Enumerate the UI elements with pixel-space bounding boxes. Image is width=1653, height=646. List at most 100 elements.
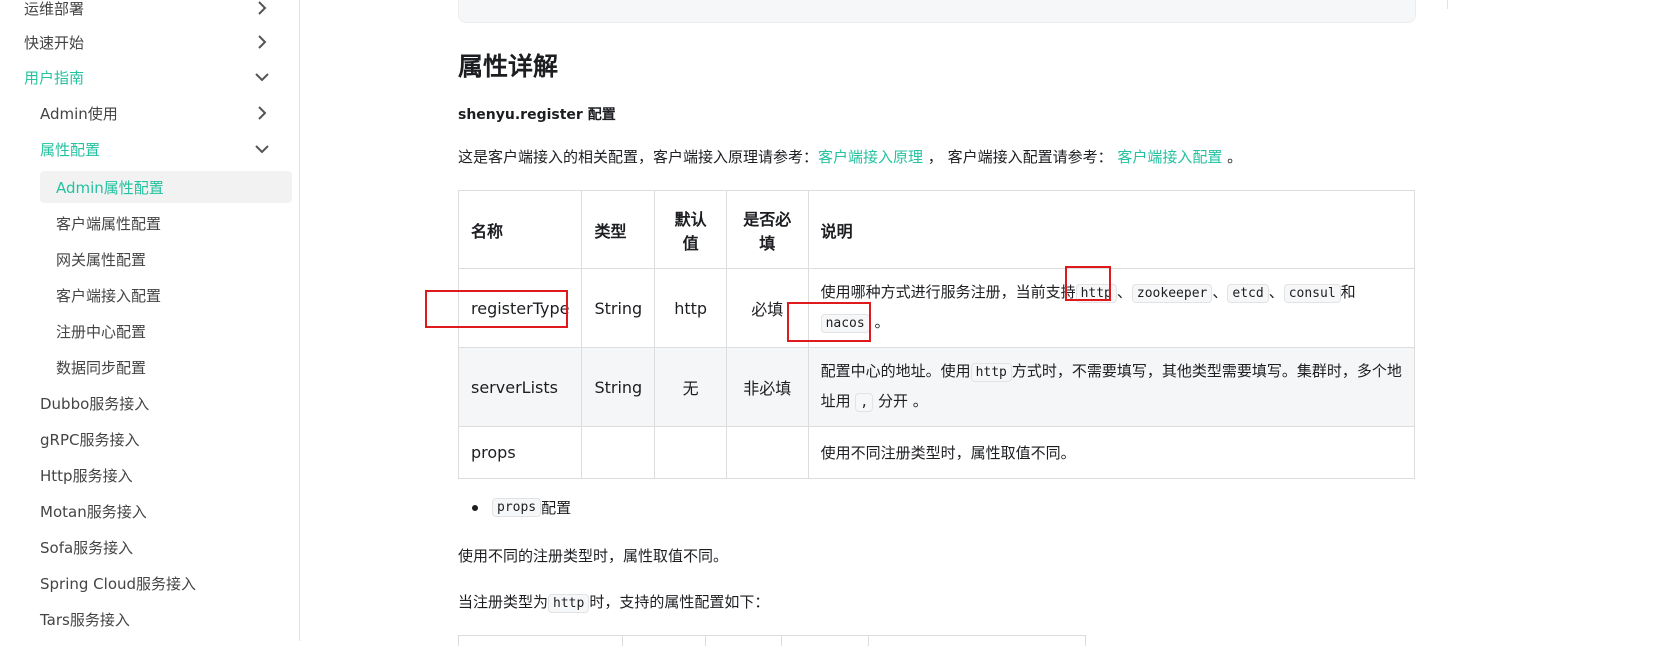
code-comma: , <box>855 393 874 412</box>
chevron-right-icon[interactable] <box>254 105 270 121</box>
cell-name: serverLists <box>457 347 583 427</box>
sidebar-item-label: Http服务接入 <box>40 466 133 485</box>
subhead-code: shenyu.register <box>458 107 583 123</box>
cell-type: String <box>581 347 656 427</box>
code-http: http <box>548 594 590 613</box>
header-required: 是否必填 <box>726 190 809 269</box>
paragraph: 使用不同的注册类型时，属性取值不同。 <box>458 547 729 565</box>
header-type: 类型 <box>581 190 656 269</box>
desc-text: 使用哪种方式进行服务注册，当前支持 <box>820 283 1076 301</box>
sidebar-item-label: Spring Cloud服务接入 <box>40 574 197 593</box>
intro-paragraph: 这是客户端接入的相关配置，客户端接入原理请参考：客户端接入原理 ， 客户端接入配… <box>458 146 1242 167</box>
header-name: 名称 <box>457 190 583 269</box>
bullet-text: 配置 <box>541 499 572 517</box>
sidebar-item-admin-property-config[interactable]: Admin属性配置 <box>40 171 292 203</box>
page-section-title: 属性详解 <box>458 52 559 81</box>
table-border <box>622 636 623 646</box>
header-default: 默认值 <box>654 190 728 269</box>
para-text-suffix: 时，支持的属性配置如下： <box>589 593 770 611</box>
sidebar-item-label: Sofa服务接入 <box>40 538 134 557</box>
desc-sep: 、 <box>1212 283 1228 301</box>
sidebar-item-user-guide[interactable]: 用户指南 <box>16 61 278 93</box>
table-border <box>781 636 782 646</box>
cell-type: String <box>581 268 656 348</box>
cell-default: http <box>654 268 728 348</box>
sidebar-item-quickstart[interactable]: 快速开始 <box>16 26 278 58</box>
client-access-principle-link[interactable]: 客户端接入原理 <box>818 148 923 166</box>
header-required-line1: 是否必 <box>743 209 792 229</box>
table-border <box>705 636 706 646</box>
client-access-config-link[interactable]: 客户端接入配置 <box>1117 148 1222 166</box>
header-required-line2: 填 <box>759 233 776 253</box>
desc-suffix: 。 <box>869 313 890 331</box>
subhead-suffix: 配置 <box>582 107 616 123</box>
desc-sep: 、 <box>1116 283 1132 301</box>
sidebar-item-registry-config[interactable]: 注册中心配置 <box>40 315 292 347</box>
sidebar-item-admin-usage[interactable]: Admin使用 <box>32 97 278 129</box>
cell-default <box>654 426 728 479</box>
cell-description: 使用不同注册类型时，属性取值不同。 <box>807 426 1416 479</box>
sidebar-item-client-property-config[interactable]: 客户端属性配置 <box>40 207 292 239</box>
code-props: props <box>492 498 542 517</box>
sidebar-item-motan[interactable]: Motan服务接入 <box>32 495 292 527</box>
sidebar-item-label: Dubbo服务接入 <box>40 394 150 413</box>
sidebar-item-label: 数据同步配置 <box>56 358 147 377</box>
desc-text: 配置中心的地址。使用 <box>820 362 971 380</box>
cell-type <box>581 426 656 479</box>
paragraph: 当注册类型为 http 时，支持的属性配置如下： <box>458 591 770 613</box>
desc-and: 和 <box>1340 283 1356 301</box>
list-item: props 配置 <box>472 497 571 518</box>
desc-sep: 、 <box>1268 283 1284 301</box>
sidebar-item-tars[interactable]: Tars服务接入 <box>32 603 292 635</box>
sidebar-item-deploy[interactable]: 运维部署 <box>16 0 278 24</box>
sidebar-item-label: 网关属性配置 <box>56 250 147 269</box>
sidebar-item-client-access-config[interactable]: 客户端接入配置 <box>40 279 292 311</box>
sidebar-item-label: 用户指南 <box>24 68 85 87</box>
sidebar-item-label: 客户端属性配置 <box>56 214 162 233</box>
cell-required: 非必填 <box>726 347 809 427</box>
sidebar-item-label: 注册中心配置 <box>56 322 147 341</box>
chevron-down-icon[interactable] <box>254 69 270 85</box>
cell-default: 无 <box>654 347 728 427</box>
cell-name: registerType <box>457 268 583 348</box>
cell-description: 使用哪种方式进行服务注册，当前支持 http、 zookeeper、 etcd、 con… <box>807 268 1416 348</box>
desc-suffix: 分开 。 <box>873 392 928 410</box>
sidebar-item-spring-cloud[interactable]: Spring Cloud服务接入 <box>32 567 292 599</box>
sidebar-item-label: gRPC服务接入 <box>40 430 140 449</box>
code-http: http <box>970 363 1012 382</box>
config-subheading: shenyu.register 配置 <box>458 104 616 124</box>
header-default-line2: 值 <box>682 233 699 253</box>
header-default-line1: 默认 <box>674 209 707 229</box>
intro-text-mid: ， 客户端接入配置请参考： <box>923 148 1118 166</box>
register-properties-table: 名称 类型 默认值 是否必填 说明 registerType String ht… <box>457 190 1416 479</box>
sidebar-item-grpc[interactable]: gRPC服务接入 <box>32 423 292 455</box>
code-nacos: nacos <box>820 314 870 333</box>
table-border <box>868 636 869 646</box>
docs-sidebar: 运维部署 快速开始 用户指南 Admin使用 属性配置 Admin属性配置 客户… <box>0 0 300 641</box>
chevron-right-icon[interactable] <box>254 34 270 50</box>
sidebar-item-gateway-property-config[interactable]: 网关属性配置 <box>40 243 292 275</box>
cell-required: 必填 <box>726 268 809 348</box>
cell-required <box>726 426 809 479</box>
table-border <box>458 636 459 646</box>
code-block-previous <box>458 0 1416 23</box>
sidebar-item-dubbo[interactable]: Dubbo服务接入 <box>32 387 292 419</box>
chevron-down-icon[interactable] <box>254 141 270 157</box>
code-etcd: etcd <box>1227 284 1269 303</box>
table-border <box>1085 636 1086 646</box>
sidebar-item-sofa[interactable]: Sofa服务接入 <box>32 531 292 563</box>
sidebar-item-property-config[interactable]: 属性配置 <box>32 133 278 165</box>
table-row: props 使用不同注册类型时，属性取值不同。 <box>457 426 1416 479</box>
para-text: 当注册类型为 <box>458 593 549 611</box>
sidebar-item-label: 客户端接入配置 <box>56 286 162 305</box>
sidebar-item-label: 运维部署 <box>24 0 85 18</box>
code-consul: consul <box>1283 284 1341 303</box>
table-row: registerType String http 必填 使用哪种方式进行服务注册… <box>457 268 1416 348</box>
sidebar-item-label: Motan服务接入 <box>40 502 147 521</box>
sidebar-item-http[interactable]: Http服务接入 <box>32 459 292 491</box>
sidebar-item-data-sync-config[interactable]: 数据同步配置 <box>40 351 292 383</box>
toc-divider <box>1447 0 1448 9</box>
cell-description: 配置中心的地址。使用 http 方式时，不需要填写，其他类型需要填写。集群时，多个地… <box>807 347 1416 427</box>
chevron-right-icon[interactable] <box>254 0 270 16</box>
sidebar-item-label: Admin属性配置 <box>56 178 164 197</box>
